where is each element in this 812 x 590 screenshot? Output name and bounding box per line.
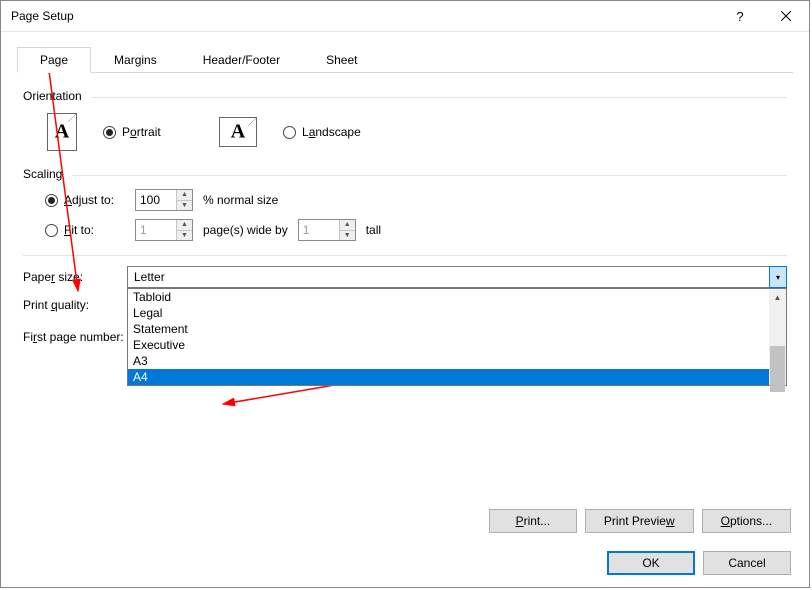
divider [92,97,787,98]
option-statement[interactable]: Statement [128,321,769,337]
tab-header-footer[interactable]: Header/Footer [180,47,303,73]
spin-down-icon[interactable]: ▼ [340,231,355,241]
orientation-row: A Portrait A Landscape [23,109,787,161]
tab-margins[interactable]: Margins [91,47,180,73]
tab-strip: Page Margins Header/Footer Sheet [17,46,793,72]
radio-icon [45,194,58,207]
paper-size-label: Paper size: [23,270,127,284]
divider [72,175,787,176]
paper-size-combo[interactable]: Letter ▾ Tabloid Legal Statement Executi… [127,266,787,288]
page-setup-dialog: Page Setup ? Page Margins Header/Footer … [0,0,810,588]
radio-icon [103,126,116,139]
fit-tall-input[interactable] [299,220,339,240]
adjust-to-radio[interactable]: Adjust to: [45,193,125,207]
fit-wide-input[interactable] [136,220,176,240]
dropdown-scrollbar[interactable]: ▲ ▼ [769,289,786,385]
fit-suffix: tall [366,223,381,237]
ok-button[interactable]: OK [607,551,695,575]
fit-wide-spinner[interactable]: ▲▼ [135,219,193,241]
adjust-suffix: % normal size [203,193,278,207]
option-a4[interactable]: A4 [128,369,769,385]
dialog-content: Page Margins Header/Footer Sheet Orienta… [1,32,809,366]
orientation-group: Orientation [23,89,787,103]
spin-up-icon[interactable]: ▲ [177,190,192,201]
divider [23,255,787,256]
spin-down-icon[interactable]: ▼ [177,231,192,241]
tab-body-page: Orientation A Portrait A Landscape [17,72,793,344]
spin-up-icon[interactable]: ▲ [340,220,355,231]
help-button[interactable]: ? [717,1,763,32]
landscape-radio[interactable]: Landscape [283,125,361,139]
print-quality-label: Print quality: [23,298,127,312]
window-title: Page Setup [11,9,717,23]
chevron-down-icon[interactable]: ▾ [769,266,787,288]
scroll-up-icon[interactable]: ▲ [769,289,786,306]
spin-up-icon[interactable]: ▲ [177,220,192,231]
adjust-spinner[interactable]: ▲▼ [135,189,193,211]
landscape-icon: A [219,117,257,147]
portrait-icon: A [47,113,77,151]
radio-icon [45,224,58,237]
action-buttons-row2: OK Cancel [607,551,791,575]
portrait-radio[interactable]: Portrait [103,125,193,139]
option-a3[interactable]: A3 [128,353,769,369]
print-button[interactable]: Print... [489,509,577,533]
action-buttons-row1: Print... Print Preview Options... [489,509,791,533]
first-page-label: First page number: [23,330,124,344]
adjust-input[interactable] [136,190,176,210]
option-legal[interactable]: Legal [128,305,769,321]
options-button[interactable]: Options... [702,509,791,533]
tab-page[interactable]: Page [17,47,91,73]
scaling-group: Scaling [23,167,787,181]
fit-tall-spinner[interactable]: ▲▼ [298,219,356,241]
radio-icon [283,126,296,139]
scaling-label: Scaling [23,167,62,181]
paper-size-dropdown: Tabloid Legal Statement Executive A3 A4 … [127,288,787,386]
cancel-button[interactable]: Cancel [703,551,791,575]
fit-mid: page(s) wide by [203,223,288,237]
scroll-thumb[interactable] [770,346,785,392]
tab-sheet[interactable]: Sheet [303,47,380,73]
titlebar: Page Setup ? [1,1,809,32]
option-executive[interactable]: Executive [128,337,769,353]
print-preview-button[interactable]: Print Preview [585,509,694,533]
fit-to-radio[interactable]: Fit to: [45,223,125,237]
spin-down-icon[interactable]: ▼ [177,201,192,211]
close-button[interactable] [763,1,809,32]
orientation-label: Orientation [23,89,82,103]
paper-size-value: Letter [128,267,770,287]
option-tabloid[interactable]: Tabloid [128,289,769,305]
